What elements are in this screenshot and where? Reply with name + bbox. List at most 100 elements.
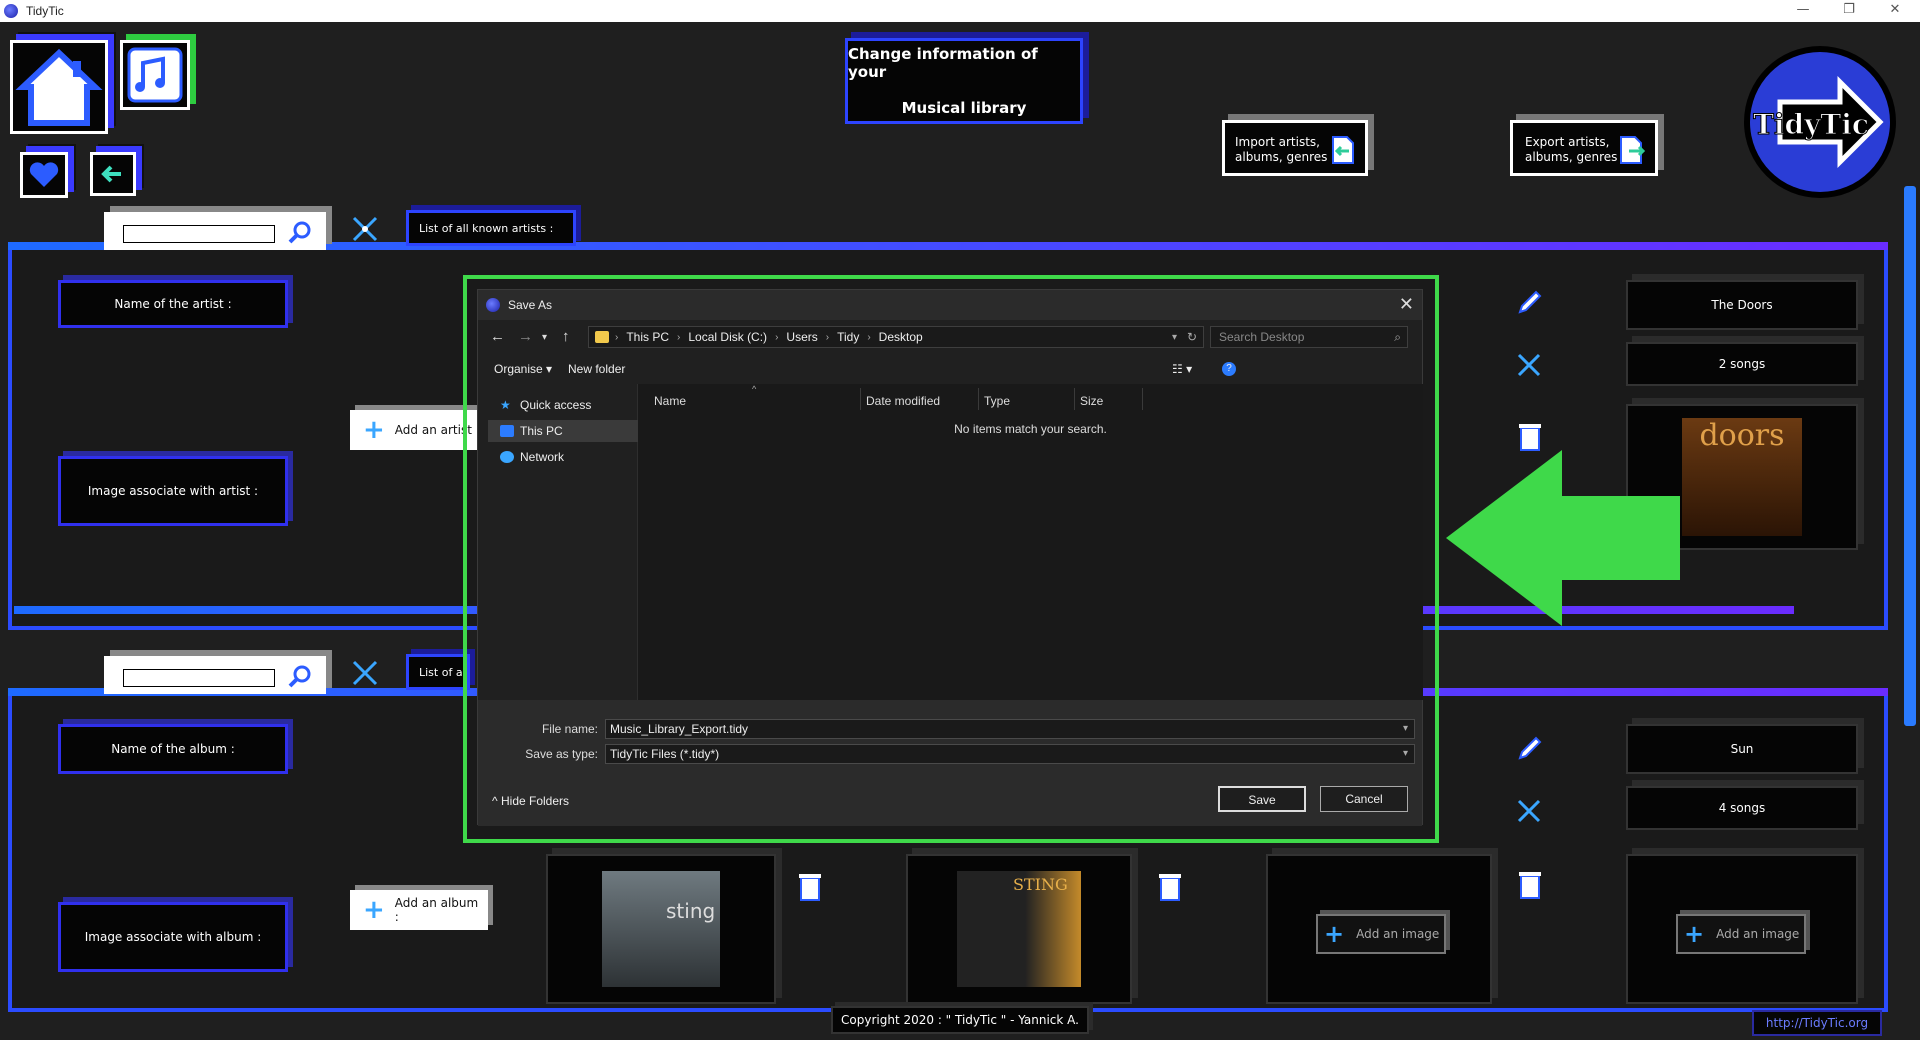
chevron-down-icon[interactable]: ▾ <box>1403 720 1408 738</box>
path-dropdown-icon[interactable]: ▾ <box>1172 332 1177 343</box>
artist-name-label: Name of the artist : <box>58 280 288 328</box>
search-desktop-placeholder: Search Desktop <box>1219 330 1305 344</box>
logo-text: TidyTic <box>1753 108 1870 142</box>
column-separator <box>1142 388 1143 410</box>
album-cover-2-text: STING <box>1013 875 1068 894</box>
nav-quick-access[interactable]: ★ Quick access <box>500 398 591 412</box>
search-desktop-input[interactable]: Search Desktop ⌕ <box>1210 326 1408 348</box>
column-separator <box>1074 388 1075 410</box>
import-file-icon <box>1332 136 1354 164</box>
nav-quick-access-label: Quick access <box>520 398 592 412</box>
nav-network-label: Network <box>520 450 565 464</box>
artist-card-shuffle-icon[interactable] <box>1514 350 1544 380</box>
star-icon: ★ <box>500 398 511 412</box>
edit-pencil-icon[interactable] <box>1514 734 1544 764</box>
add-image-button-1[interactable]: + Add an image <box>1316 914 1446 954</box>
close-window-button[interactable]: ✕ <box>1872 0 1918 22</box>
artist-search-box <box>104 212 326 250</box>
help-icon[interactable]: ? <box>1222 362 1236 376</box>
breadcrumb-sep: › <box>825 331 830 343</box>
navigation-pane: ★ Quick access This PC Network <box>478 384 638 700</box>
breadcrumb-local-disk[interactable]: Local Disk (C:) <box>688 330 767 344</box>
window-titlebar: TidyTic — ❐ ✕ <box>0 0 1920 22</box>
plus-icon: + <box>1324 920 1345 948</box>
copyright-text: Copyright 2020 : " TidyTic " - Yannick A… <box>831 1006 1089 1034</box>
green-arrow-pointer <box>1446 450 1680 626</box>
add-album-label: Add an album : <box>394 896 479 924</box>
breadcrumb-users[interactable]: Users <box>786 330 817 344</box>
breadcrumb-tidy[interactable]: Tidy <box>837 330 859 344</box>
cancel-button[interactable]: Cancel <box>1320 786 1408 812</box>
breadcrumb-sep: › <box>867 331 871 343</box>
column-name[interactable]: Name <box>654 394 686 408</box>
column-size[interactable]: Size <box>1080 394 1103 408</box>
album-search-input[interactable] <box>123 669 275 687</box>
albums-list-label: List of all known albums : <box>406 654 470 690</box>
column-type[interactable]: Type <box>984 394 1010 408</box>
music-library-button[interactable] <box>120 40 190 110</box>
trash-icon[interactable] <box>796 870 824 902</box>
import-button[interactable]: Import artists, albums, genres <box>1222 120 1368 176</box>
artist-album-art: doors <box>1682 418 1802 536</box>
export-button[interactable]: Export artists, albums, genres <box>1510 120 1658 176</box>
file-name-input[interactable]: Music_Library_Export.tidy ▾ <box>605 719 1415 739</box>
column-date-modified[interactable]: Date modified <box>866 394 940 408</box>
edit-pencil-icon[interactable] <box>1514 288 1544 318</box>
search-icon[interactable] <box>287 219 313 245</box>
save-button[interactable]: Save <box>1218 786 1306 812</box>
breadcrumb-sep: › <box>677 331 681 343</box>
hide-folders-toggle[interactable]: ^ Hide Folders <box>492 794 569 808</box>
breadcrumb-sep: › <box>775 331 779 343</box>
network-icon <box>500 451 514 463</box>
page-title: Change information of your Musical libra… <box>845 38 1083 124</box>
album-cover-tile-2[interactable]: STING <box>906 854 1132 1004</box>
dialog-title: Save As <box>508 298 553 312</box>
path-breadcrumb[interactable]: › This PC › Local Disk (C:) › Users › Ti… <box>588 326 1204 348</box>
save-type-value: TidyTic Files (*.tidy*) <box>610 747 720 761</box>
page-title-line2: Musical library <box>901 99 1027 117</box>
minimize-button[interactable]: — <box>1780 0 1826 22</box>
album-cover-tile-1[interactable]: sting <box>546 854 776 1004</box>
back-button[interactable] <box>90 152 136 196</box>
add-album-button[interactable]: + Add an album : <box>350 890 488 930</box>
refresh-icon[interactable]: ↻ <box>1187 330 1197 344</box>
page-title-line1: Change information of your <box>848 45 1038 81</box>
nav-network[interactable]: Network <box>500 450 564 464</box>
save-type-select[interactable]: TidyTic Files (*.tidy*) ▾ <box>605 744 1415 764</box>
album-card-songs: 4 songs <box>1626 786 1858 830</box>
breadcrumb-desktop[interactable]: Desktop <box>879 330 923 344</box>
import-label-line1: Import artists, <box>1235 135 1320 149</box>
add-image-button-2[interactable]: + Add an image <box>1676 914 1806 954</box>
forward-arrow-icon[interactable]: → <box>518 328 533 345</box>
home-button[interactable] <box>10 40 108 134</box>
tidytic-logo: TidyTic <box>1740 42 1900 202</box>
organise-menu[interactable]: Organise ▾ <box>494 362 552 376</box>
page-scrollbar[interactable] <box>1904 186 1916 726</box>
view-options-icon[interactable]: ☷ ▾ <box>1172 362 1192 376</box>
search-icon[interactable] <box>287 663 313 689</box>
back-arrow-icon[interactable]: ← <box>490 328 505 345</box>
nav-this-pc[interactable]: This PC <box>488 420 638 442</box>
album-card-shuffle-icon[interactable] <box>1514 796 1544 826</box>
up-arrow-icon[interactable]: ↑ <box>562 328 570 345</box>
website-link[interactable]: http://TidyTic.org <box>1752 1010 1882 1036</box>
recent-dropdown-icon[interactable]: ▾ <box>542 332 547 343</box>
plus-icon: + <box>1684 920 1705 948</box>
artist-search-input[interactable] <box>123 225 275 243</box>
restore-button[interactable]: ❐ <box>1826 0 1872 22</box>
close-icon[interactable]: ✕ <box>1399 294 1414 315</box>
trash-icon[interactable] <box>1156 870 1184 902</box>
save-type-label: Save as type: <box>525 747 598 761</box>
favorites-button[interactable] <box>20 152 68 198</box>
window-title: TidyTic <box>26 4 64 18</box>
chevron-down-icon[interactable]: ▾ <box>1403 745 1408 763</box>
new-folder-button[interactable]: New folder <box>568 362 625 376</box>
export-label-line1: Export artists, <box>1525 135 1610 149</box>
album-image-slot-4: + Add an image <box>1626 854 1858 1004</box>
album-shuffle-icon[interactable] <box>348 656 382 690</box>
trash-icon[interactable] <box>1516 420 1544 452</box>
column-separator <box>978 388 979 410</box>
trash-icon[interactable] <box>1516 868 1544 900</box>
breadcrumb-this-pc[interactable]: This PC <box>626 330 669 344</box>
artist-shuffle-icon[interactable] <box>348 212 382 246</box>
